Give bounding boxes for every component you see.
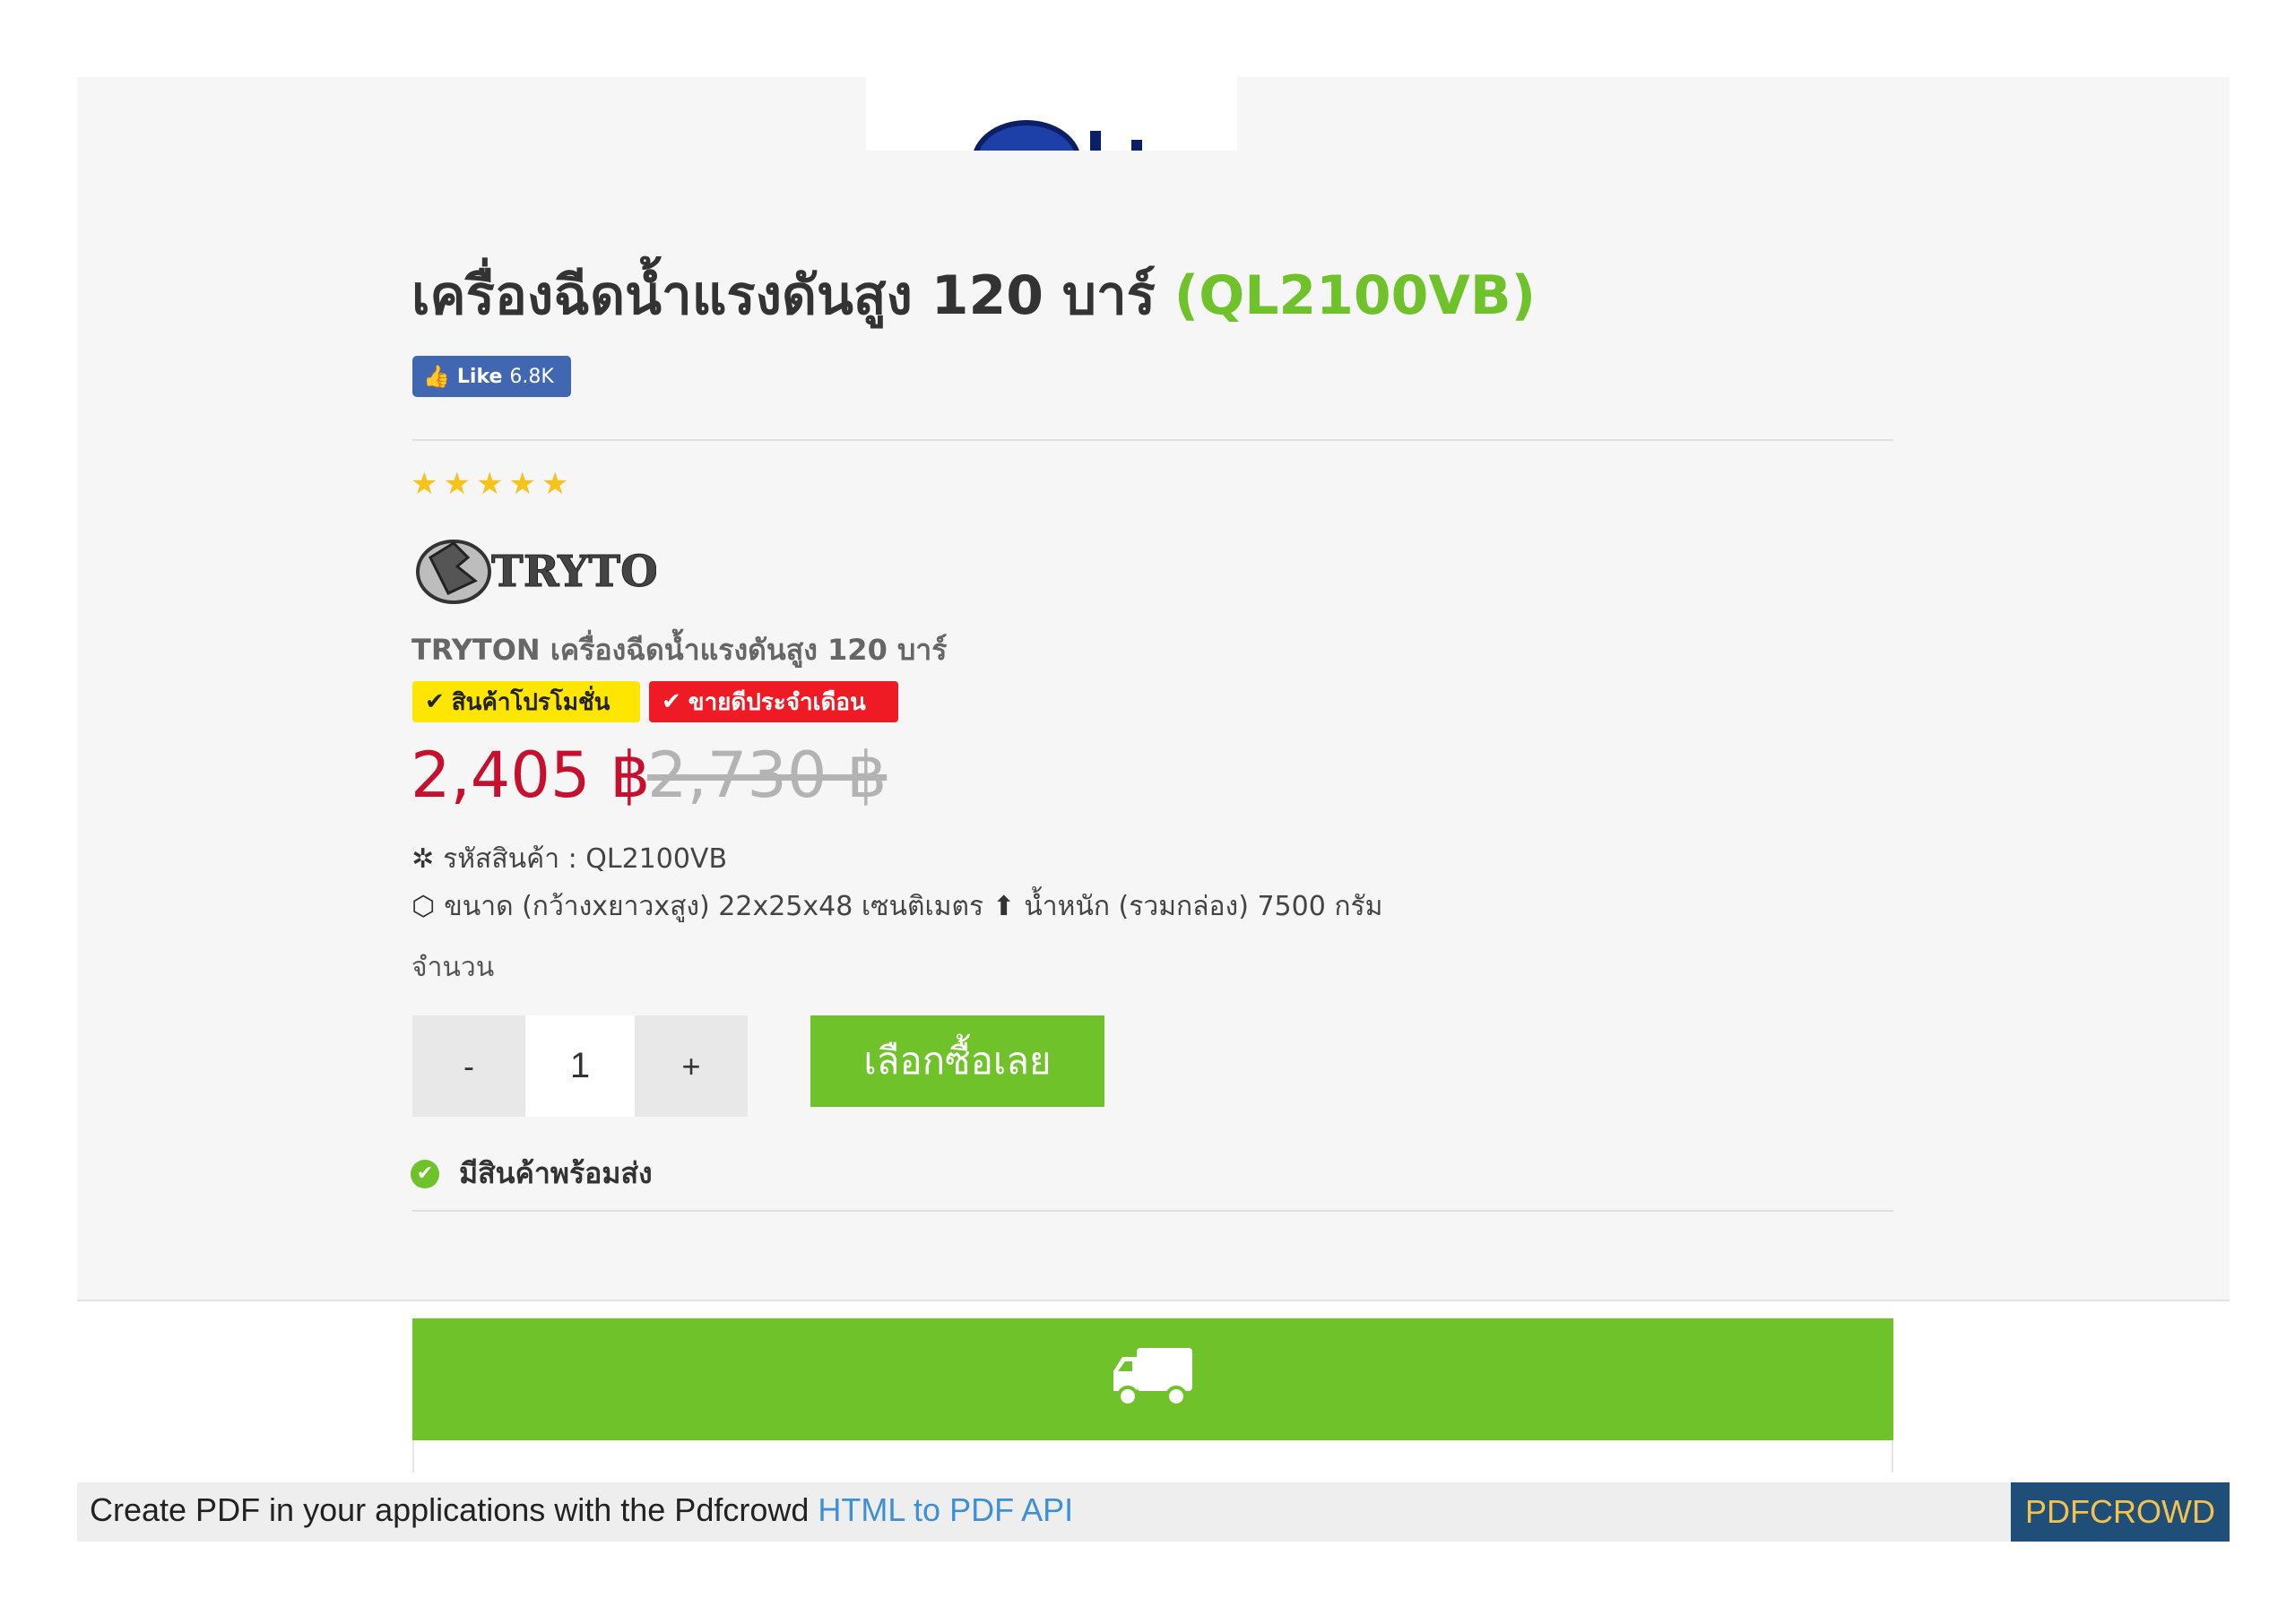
brand-line: TRYTON เครื่องฉีดน้ำแรงดันสูง 120 บาร์: [411, 633, 948, 667]
check-icon: ✔: [662, 688, 681, 715]
gear-icon: ✲: [411, 843, 435, 875]
star-icon: ★: [443, 466, 471, 502]
facebook-like-button[interactable]: 👍 Like 6.8K: [412, 356, 571, 397]
brand-logo-text: TRYTON: [491, 547, 656, 597]
promotion-badge: ✔ สินค้าโปรโมชั่น: [412, 681, 640, 722]
star-icon: ★: [411, 466, 438, 502]
box-icon: ⬡: [411, 891, 436, 922]
size-text: ขนาด (กว้างxยาวxสูง) 22x25x48 เซนติเมตร: [444, 891, 984, 922]
divider: [412, 439, 1893, 441]
divider: [412, 1210, 1893, 1212]
logo-bar: [1090, 131, 1101, 151]
product-title-text: เครื่องฉีดน้ำแรงดันสูง 120 บาร์: [411, 264, 1156, 327]
like-count: 6.8K: [509, 365, 554, 388]
check-circle-icon: ✔: [411, 1159, 439, 1188]
product-title: เครื่องฉีดน้ำแรงดันสูง 120 บาร์ (QL2100V…: [411, 258, 1536, 333]
quantity-label: จำนวน: [411, 952, 495, 983]
star-icon: ★: [508, 466, 536, 502]
stock-status: ✔ มีสินค้าพร้อมส่ง: [411, 1151, 653, 1196]
stock-text: มีสินค้าพร้อมส่ง: [459, 1156, 653, 1190]
like-label: Like: [456, 365, 503, 388]
html-to-pdf-link[interactable]: HTML to PDF API: [818, 1491, 1073, 1528]
decrease-quantity-button[interactable]: -: [412, 1015, 525, 1117]
original-price: 2,730 ฿: [647, 739, 888, 812]
star-icon: ★: [541, 466, 569, 502]
pdfcrowd-brand[interactable]: PDFCROWD: [2011, 1482, 2230, 1542]
badge-label: สินค้าโปรโมชั่น: [451, 688, 611, 716]
footer-text: Create PDF in your applications with the…: [90, 1491, 1073, 1529]
pdf-footer: Create PDF in your applications with the…: [77, 1482, 2230, 1542]
product-code-heading: (QL2100VB): [1173, 264, 1537, 327]
logo-shape: [972, 120, 1081, 151]
sku-text: รหัสสินค้า : QL2100VB: [443, 843, 728, 875]
sku-row: ✲ รหัสสินค้า : QL2100VB: [411, 838, 727, 880]
bestseller-badge: ✔ ขายดีประจำเดือน: [649, 681, 898, 722]
quantity-input[interactable]: [525, 1015, 635, 1117]
buy-now-button[interactable]: เลือกซื้อเลย: [810, 1015, 1104, 1107]
shipping-content: [412, 1440, 1893, 1473]
weight-icon: ⬆: [992, 891, 1016, 922]
thumbs-up-icon: 👍: [423, 364, 450, 389]
footer-message: Create PDF in your applications with the…: [90, 1491, 818, 1528]
sale-price: 2,405 ฿: [411, 739, 651, 812]
truck-icon: [1113, 1348, 1192, 1407]
logo-bar: [1131, 140, 1142, 151]
increase-quantity-button[interactable]: +: [635, 1015, 748, 1117]
dimensions-row: ⬡ ขนาด (กว้างxยาวxสูง) 22x25x48 เซนติเมต…: [411, 885, 1382, 928]
badge-label: ขายดีประจำเดือน: [688, 688, 866, 716]
weight-text: น้ำหนัก (รวมกล่อง) 7500 กรัม: [1024, 891, 1383, 922]
site-logo[interactable]: [866, 77, 1237, 151]
star-icon: ★: [475, 466, 504, 502]
brand-logo[interactable]: TRYTON: [412, 531, 656, 608]
shipping-banner: [412, 1318, 1893, 1440]
quantity-stepper: - +: [412, 1015, 748, 1117]
check-icon: ✔: [425, 688, 445, 715]
rating-stars: ★ ★ ★ ★ ★: [411, 466, 568, 502]
